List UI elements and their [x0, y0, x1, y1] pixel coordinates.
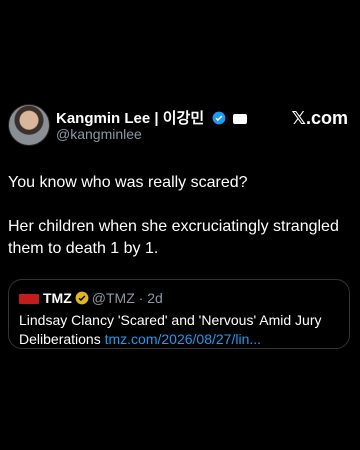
author-handle[interactable]: @kangminlee [56, 126, 142, 142]
quoted-separator: · [138, 290, 144, 306]
quoted-header: TMZ @TMZ · 2d [19, 290, 163, 306]
quoted-tweet[interactable]: TMZ @TMZ · 2d Lindsay Clancy 'Scared' an… [8, 279, 350, 349]
tweet-text: You know who was really scared? Her chil… [8, 174, 339, 257]
affiliate-badge-icon [233, 114, 248, 124]
tweet-header: Kangmin Lee | 이강민 @kangminlee 𝕏.com [8, 104, 352, 148]
quoted-handle[interactable]: @TMZ [92, 290, 135, 306]
quoted-link[interactable]: tmz.com/2026/08/27/lin... [105, 331, 261, 347]
gold-verified-icon [75, 291, 89, 305]
avatar[interactable] [8, 104, 50, 146]
author-name-line[interactable]: Kangmin Lee | 이강민 [56, 107, 248, 128]
x-com-logo: 𝕏.com [291, 108, 348, 128]
verified-badge-icon [212, 111, 226, 125]
tmz-logo-icon [19, 294, 39, 304]
quoted-text: Lindsay Clancy 'Scared' and 'Nervous' Am… [19, 311, 341, 349]
author-name[interactable]: Kangmin Lee | 이강민 [56, 110, 204, 127]
quoted-name[interactable]: TMZ [43, 290, 72, 306]
quoted-time[interactable]: 2d [147, 290, 163, 306]
